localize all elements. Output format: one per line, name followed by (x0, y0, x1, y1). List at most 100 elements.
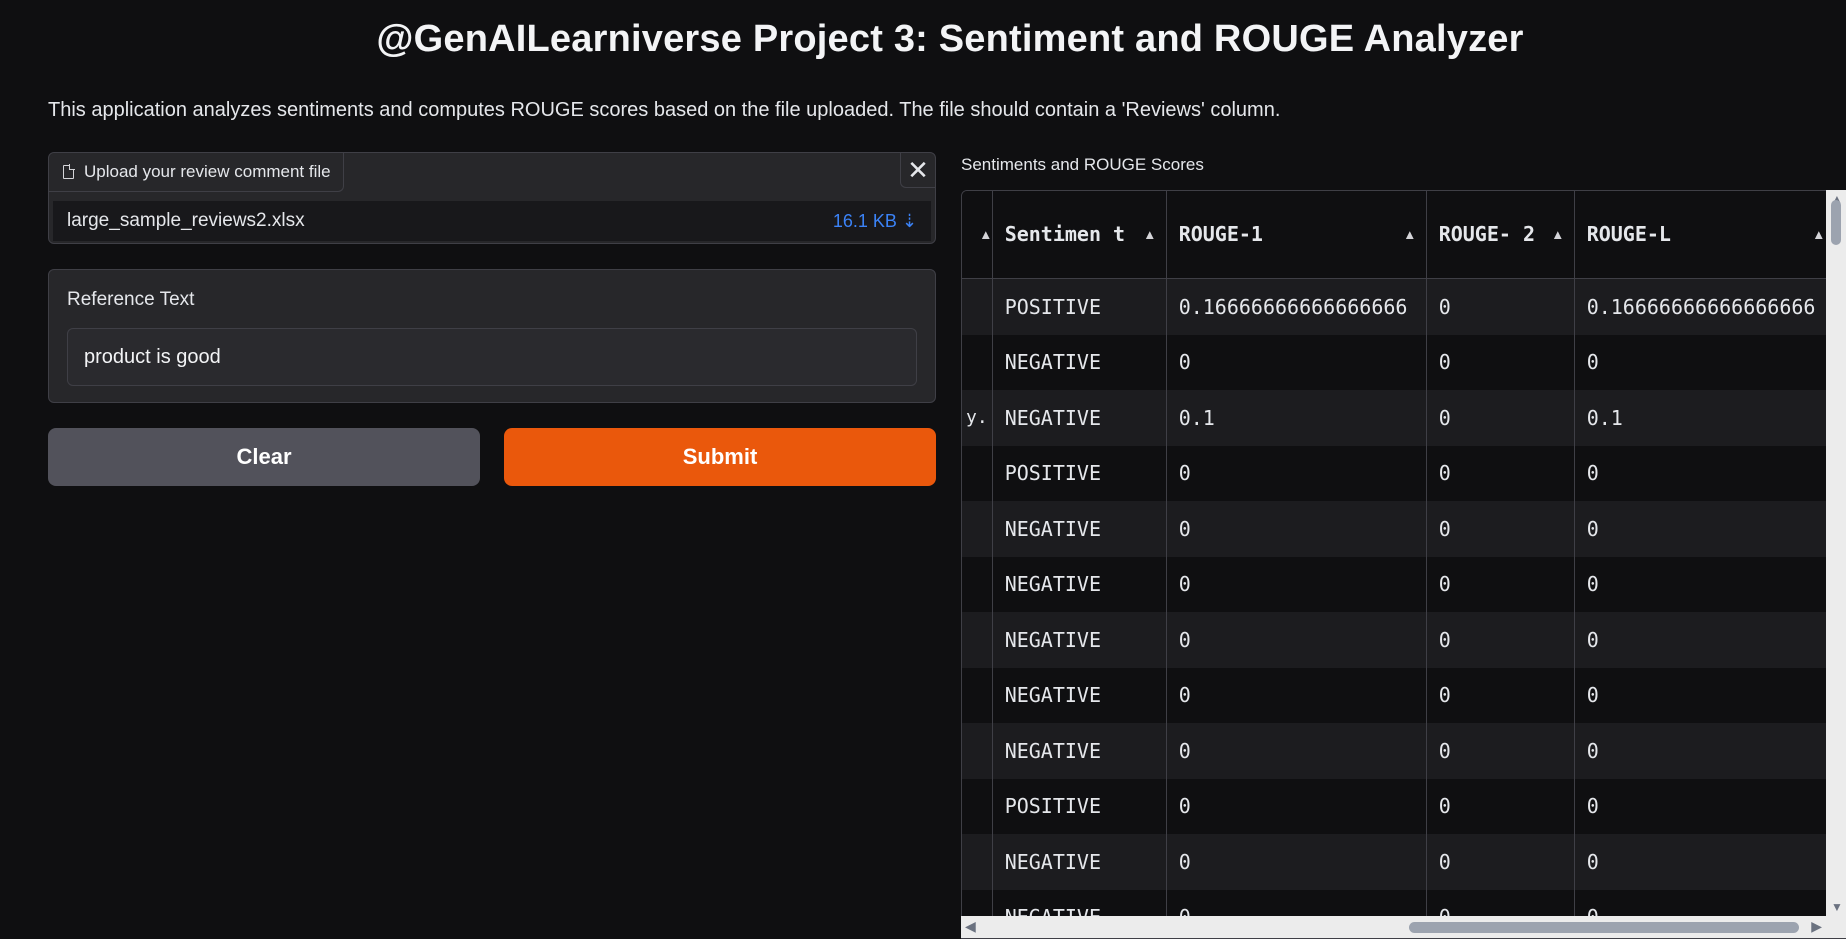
cell-rouge-2[interactable]: 0 (1426, 667, 1575, 723)
cell-rouge-2[interactable]: 0 (1426, 278, 1575, 335)
page-description: This application analyzes sentiments and… (48, 99, 1281, 121)
column-header-rouge-l[interactable]: ROUGE-L ▲ (1574, 191, 1836, 279)
cell-rouge-1[interactable]: 0 (1166, 556, 1427, 612)
scroll-down-icon[interactable]: ▼ (1831, 900, 1843, 914)
file-upload-block: Upload your review comment file ✕ large_… (48, 152, 936, 244)
cell-review-fragment[interactable] (962, 723, 993, 779)
cell-rouge-2[interactable]: 0 (1426, 723, 1575, 779)
cell-review-fragment[interactable] (962, 612, 993, 668)
horizontal-scrollbar[interactable]: ◀ ▶ (961, 916, 1826, 938)
column-header-rouge-2[interactable]: ROUGE- 2 ▲ (1426, 191, 1575, 279)
results-table: ▲ Sentimen t ▲ ROUGE-1 ▲ ROUGE- 2 ▲ ROUGE-L… (962, 191, 1836, 938)
cell-rouge-l[interactable]: 0 (1574, 778, 1836, 834)
reference-text-block: Reference Text (48, 269, 936, 403)
page-title: @GenAILearniverse Project 3: Sentiment a… (376, 18, 1524, 60)
table-row: POSITIVE 0 0 0 (962, 778, 1836, 834)
cell-sentiment[interactable]: POSITIVE (992, 778, 1167, 834)
cell-rouge-1[interactable]: 0 (1166, 445, 1427, 501)
cell-review-fragment[interactable] (962, 334, 993, 390)
cell-rouge-1[interactable]: 0 (1166, 334, 1427, 390)
cell-sentiment[interactable]: POSITIVE (992, 278, 1167, 335)
cell-rouge-1[interactable]: 0 (1166, 667, 1427, 723)
column-header-rouge-1[interactable]: ROUGE-1 ▲ (1166, 191, 1427, 279)
cell-review-fragment[interactable] (962, 501, 993, 557)
cell-review-fragment[interactable] (962, 667, 993, 723)
cell-sentiment[interactable]: NEGATIVE (992, 556, 1167, 612)
table-row: NEGATIVE000 (962, 612, 1836, 668)
table-row: NEGATIVE000 (962, 334, 1836, 390)
submit-button[interactable]: Submit (504, 428, 936, 486)
table-header-row: ▲ Sentimen t ▲ ROUGE-1 ▲ ROUGE- 2 ▲ ROUGE-L… (962, 191, 1836, 279)
cell-sentiment[interactable]: NEGATIVE (992, 723, 1167, 779)
sort-icon[interactable]: ▲ (1146, 219, 1154, 250)
cell-rouge-l[interactable]: 0 (1574, 501, 1836, 557)
table-row: POSITIVE 0.16666666666666666 0 0.1666666666… (962, 278, 1836, 335)
horizontal-scroll-thumb[interactable] (1409, 922, 1799, 933)
sort-icon[interactable]: ▲ (1554, 219, 1562, 250)
sort-icon[interactable]: ▲ (1406, 219, 1414, 250)
cell-rouge-1[interactable]: 0.16666666666666666 (1166, 278, 1427, 335)
cell-review-fragment[interactable] (962, 445, 993, 501)
output-label: Sentiments and ROUGE Scores (961, 155, 1204, 174)
file-icon (63, 164, 75, 179)
table-row: NEGATIVE000 (962, 501, 1836, 557)
column-header-sentiment[interactable]: Sentimen t ▲ (992, 191, 1167, 279)
cell-review-fragment[interactable] (962, 278, 993, 335)
cell-rouge-l[interactable]: 0 (1574, 723, 1836, 779)
results-table-container[interactable]: ▲ Sentimen t ▲ ROUGE-1 ▲ ROUGE- 2 ▲ ROUGE-L… (961, 190, 1846, 939)
column-header-reviews[interactable]: ▲ (962, 191, 993, 279)
cell-rouge-2[interactable]: 0 (1426, 612, 1575, 668)
close-icon[interactable]: ✕ (900, 153, 935, 188)
cell-review-fragment[interactable] (962, 556, 993, 612)
cell-sentiment[interactable]: NEGATIVE (992, 667, 1167, 723)
sort-icon[interactable]: ▲ (1815, 219, 1823, 250)
cell-sentiment[interactable]: NEGATIVE (992, 834, 1167, 890)
cell-sentiment[interactable]: NEGATIVE (992, 390, 1167, 446)
sort-icon[interactable]: ▲ (982, 219, 990, 250)
cell-sentiment[interactable]: NEGATIVE (992, 501, 1167, 557)
cell-rouge-l[interactable]: 0.1 (1574, 390, 1836, 446)
scroll-left-icon[interactable]: ◀ (965, 918, 976, 935)
cell-sentiment[interactable]: NEGATIVE (992, 334, 1167, 390)
table-row: y. NEGATIVE 0.1 0 0.1 (962, 390, 1836, 446)
cell-rouge-2[interactable]: 0 (1426, 778, 1575, 834)
clear-button[interactable]: Clear (48, 428, 480, 486)
cell-rouge-1[interactable]: 0 (1166, 612, 1427, 668)
table-row: NEGATIVE000 (962, 834, 1836, 890)
cell-rouge-2[interactable]: 0 (1426, 501, 1575, 557)
cell-rouge-l[interactable]: 0.16666666666666666 (1574, 278, 1836, 335)
cell-rouge-l[interactable]: 0 (1574, 445, 1836, 501)
uploaded-file-name: large_sample_reviews2.xlsx (67, 210, 305, 231)
cell-sentiment[interactable]: POSITIVE (992, 445, 1167, 501)
cell-rouge-1[interactable]: 0.1 (1166, 390, 1427, 446)
reference-text-input[interactable] (67, 328, 917, 386)
cell-rouge-l[interactable]: 0 (1574, 556, 1836, 612)
vertical-scroll-thumb[interactable] (1831, 200, 1841, 245)
cell-review-fragment[interactable] (962, 778, 993, 834)
cell-sentiment[interactable]: NEGATIVE (992, 612, 1167, 668)
cell-rouge-l[interactable]: 0 (1574, 612, 1836, 668)
uploaded-file-row: large_sample_reviews2.xlsx 16.1 KB ⇣ (53, 201, 931, 241)
cell-rouge-1[interactable]: 0 (1166, 778, 1427, 834)
cell-rouge-1[interactable]: 0 (1166, 501, 1427, 557)
cell-rouge-2[interactable]: 0 (1426, 556, 1575, 612)
cell-rouge-2[interactable]: 0 (1426, 834, 1575, 890)
cell-rouge-l[interactable]: 0 (1574, 334, 1836, 390)
cell-rouge-2[interactable]: 0 (1426, 390, 1575, 446)
cell-review-fragment[interactable]: y. (962, 390, 993, 446)
file-download-link[interactable]: 16.1 KB ⇣ (833, 211, 917, 232)
cell-review-fragment[interactable] (962, 834, 993, 890)
table-row: POSITIVE 0 0 0 (962, 445, 1836, 501)
cell-rouge-l[interactable]: 0 (1574, 667, 1836, 723)
file-upload-label: Upload your review comment file (49, 153, 344, 192)
cell-rouge-2[interactable]: 0 (1426, 334, 1575, 390)
scroll-right-icon[interactable]: ▶ (1811, 918, 1822, 935)
cell-rouge-l[interactable]: 0 (1574, 834, 1836, 890)
table-row: NEGATIVE000 (962, 556, 1836, 612)
scrollbar-corner (1826, 916, 1846, 938)
vertical-scrollbar[interactable]: ▲ ▼ (1826, 190, 1846, 916)
cell-rouge-2[interactable]: 0 (1426, 445, 1575, 501)
cell-rouge-1[interactable]: 0 (1166, 834, 1427, 890)
reference-text-label: Reference Text (67, 289, 195, 310)
cell-rouge-1[interactable]: 0 (1166, 723, 1427, 779)
